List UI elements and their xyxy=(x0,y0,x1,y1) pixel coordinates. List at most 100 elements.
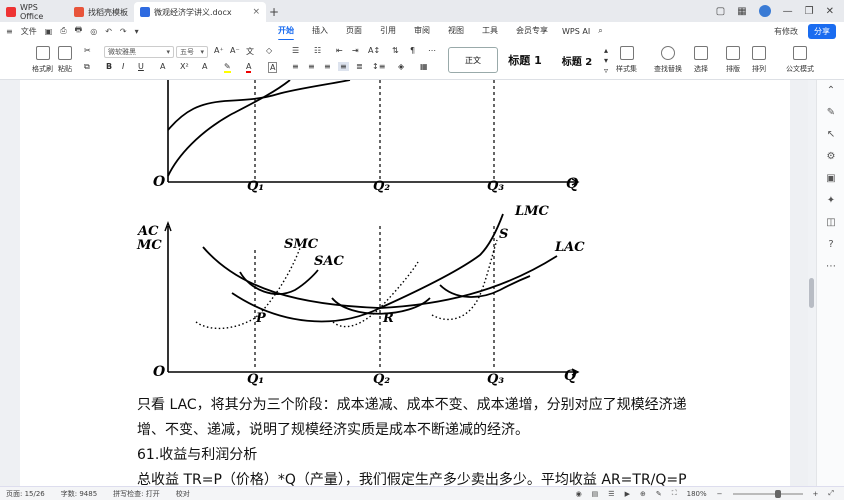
preview-icon[interactable]: ◎ xyxy=(90,27,97,36)
pen-icon[interactable]: ✎ xyxy=(656,490,662,498)
menu-tools[interactable]: 工具 xyxy=(482,25,498,38)
cut-icon[interactable]: ✂ xyxy=(84,46,91,55)
font-grow-icon[interactable]: A⁺ xyxy=(214,46,224,55)
text-direction-icon[interactable]: A↕ xyxy=(368,46,380,55)
doc-mode-button[interactable]: 公文模式 xyxy=(786,46,814,74)
distribute-icon[interactable]: ≣ xyxy=(356,62,363,71)
has-changes-indicator[interactable]: 有修改 xyxy=(774,26,798,37)
styles-scroll-down-icon[interactable]: ▾ xyxy=(604,56,608,65)
select-button[interactable]: 选择 xyxy=(694,46,708,74)
fit-icon[interactable]: ⛶ xyxy=(672,489,677,498)
arrange-button[interactable]: 排列 xyxy=(752,46,766,74)
undo-icon[interactable]: ↶ xyxy=(105,27,112,36)
tab-wps-home[interactable]: WPS Office xyxy=(0,2,68,22)
font-size-select[interactable]: 五号 ▾ xyxy=(176,46,208,58)
strikethrough-icon[interactable]: A xyxy=(160,62,165,71)
show-marks-icon[interactable]: ¶ xyxy=(410,46,415,55)
zoom-level[interactable]: 180% xyxy=(687,490,707,498)
phonetic-icon[interactable]: 文 xyxy=(246,46,254,57)
text-effect-icon[interactable]: A xyxy=(202,62,207,71)
zoom-in-icon[interactable]: + xyxy=(813,490,819,498)
proofread-button[interactable]: 校对 xyxy=(176,489,190,499)
align-center-icon[interactable]: ≡ xyxy=(308,62,315,71)
word-count[interactable]: 字数: 9485 xyxy=(61,489,97,499)
sort-icon[interactable]: ⇅ xyxy=(392,46,399,55)
style-set-button[interactable]: 样式集 xyxy=(616,46,637,74)
scrollbar-thumb[interactable] xyxy=(809,278,814,308)
shading-icon[interactable]: ◈ xyxy=(398,62,404,71)
close-window-icon[interactable]: ✕ xyxy=(826,6,834,17)
menu-page[interactable]: 页面 xyxy=(346,25,362,38)
borders-icon[interactable]: ▦ xyxy=(420,62,428,71)
save-icon[interactable]: ▣ xyxy=(45,27,53,36)
eye-icon[interactable]: ◉ xyxy=(576,490,582,498)
edit-pen-icon[interactable]: ✎ xyxy=(826,108,836,118)
menu-insert[interactable]: 插入 xyxy=(312,25,328,38)
wps-ai-button[interactable]: WPS AI xyxy=(562,27,590,36)
align-left-icon[interactable]: ≡ xyxy=(292,62,299,71)
menu-member[interactable]: 会员专享 xyxy=(516,25,548,38)
style-normal[interactable]: 正文 xyxy=(448,47,498,73)
layout-button[interactable]: 排版 xyxy=(726,46,740,74)
vertical-scrollbar[interactable] xyxy=(808,88,814,486)
page-indicator[interactable]: 页面: 15/26 xyxy=(6,489,45,499)
close-tab-icon[interactable]: × xyxy=(252,7,260,17)
image-icon[interactable]: ▣ xyxy=(826,174,836,184)
font-shrink-icon[interactable]: A⁻ xyxy=(230,46,240,55)
find-replace-button[interactable]: 查找替换 xyxy=(654,46,682,74)
avatar[interactable] xyxy=(759,5,771,17)
share-button[interactable]: 分享 xyxy=(808,24,836,39)
more-icon[interactable]: ▾ xyxy=(135,27,139,36)
clear-format-icon[interactable]: ◇ xyxy=(266,46,272,55)
font-name-select[interactable]: 微软雅黑 ▾ xyxy=(104,46,174,58)
style-heading-1[interactable]: 标题 1 xyxy=(500,47,550,73)
bold-icon[interactable]: B xyxy=(106,62,112,71)
minimize-icon[interactable]: — xyxy=(783,6,793,17)
spell-check-toggle[interactable]: 拼写检查: 打开 xyxy=(113,489,160,499)
new-tab-button[interactable]: + xyxy=(266,2,282,22)
collapse-icon[interactable]: ⌃ xyxy=(826,86,836,96)
font-color-icon[interactable]: A xyxy=(246,62,251,73)
italic-icon[interactable]: I xyxy=(122,62,124,71)
help-icon[interactable]: ? xyxy=(826,240,836,250)
underline-icon[interactable]: U xyxy=(138,62,144,71)
align-right-icon[interactable]: ≡ xyxy=(324,62,331,71)
styles-scroll-up-icon[interactable]: ▴ xyxy=(604,46,608,55)
line-spacing-icon[interactable]: ↕≡ xyxy=(372,62,385,71)
more-para-icon[interactable]: ⋯ xyxy=(428,46,436,55)
outline-view-icon[interactable]: ☰ xyxy=(608,490,614,498)
superscript-icon[interactable]: X² xyxy=(180,62,189,71)
tab-document[interactable]: 微观经济学讲义.docx × xyxy=(134,2,266,22)
web-view-icon[interactable]: ⊕ xyxy=(640,490,646,498)
window-layout-icon[interactable]: ▢ xyxy=(716,6,725,17)
select-pointer-icon[interactable]: ↖ xyxy=(826,130,836,140)
menu-view[interactable]: 视图 xyxy=(448,25,464,38)
export-icon[interactable]: ⎙ xyxy=(60,26,66,36)
more-icon[interactable]: ⋯ xyxy=(826,262,836,272)
adjust-icon[interactable]: ⚙ xyxy=(826,152,836,162)
page-view-icon[interactable]: ▤ xyxy=(592,490,599,498)
grid-icon[interactable]: ▦ xyxy=(737,6,746,17)
bullet-list-icon[interactable]: ☰ xyxy=(292,46,299,55)
zoom-out-icon[interactable]: − xyxy=(717,490,723,498)
menu-references[interactable]: 引用 xyxy=(380,25,396,38)
menu-home[interactable]: 开始 xyxy=(278,25,294,38)
play-icon[interactable]: ▶ xyxy=(625,490,630,498)
styles-more-icon[interactable]: ▿ xyxy=(604,66,608,75)
zoom-slider[interactable] xyxy=(733,493,803,495)
highlight-icon[interactable]: ✎ xyxy=(224,62,231,73)
search-icon[interactable]: ⌕ xyxy=(598,26,602,36)
number-list-icon[interactable]: ☷ xyxy=(314,46,321,55)
menu-review[interactable]: 审阅 xyxy=(414,25,430,38)
tab-templates[interactable]: 找稻壳模板 xyxy=(68,2,134,22)
shapes-icon[interactable]: ◫ xyxy=(826,218,836,228)
char-border-icon[interactable]: A xyxy=(268,62,277,73)
restore-icon[interactable]: ❐ xyxy=(805,6,814,17)
paste-button[interactable]: 粘贴 xyxy=(58,46,72,74)
style-heading-2[interactable]: 标题 2 xyxy=(552,47,602,73)
copy-icon[interactable]: ⧉ xyxy=(84,62,90,72)
format-painter-button[interactable]: 格式刷 xyxy=(32,46,53,74)
file-menu[interactable]: 文件 xyxy=(21,26,37,37)
redo-icon[interactable]: ↷ xyxy=(120,27,127,36)
indent-icon[interactable]: ⇥ xyxy=(352,46,359,55)
